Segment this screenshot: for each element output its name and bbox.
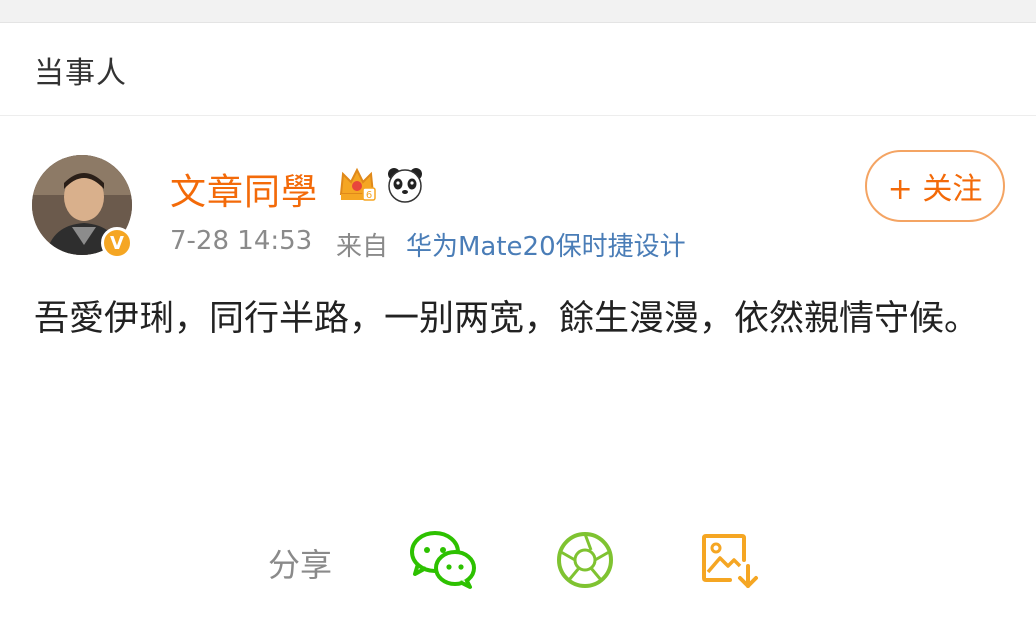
section-title: 当事人	[34, 56, 127, 91]
save-image-icon[interactable]	[700, 532, 762, 590]
panda-icon[interactable]	[385, 164, 425, 204]
post-from-label: 来自	[336, 232, 389, 262]
svg-text:6: 6	[366, 190, 372, 201]
verified-badge: V	[101, 227, 133, 259]
moments-icon[interactable]	[555, 530, 615, 590]
vip-crown-icon[interactable]: 6	[337, 164, 377, 204]
post-device-link[interactable]: 华为Mate20保时捷设计	[406, 226, 686, 263]
username[interactable]: 文章同學	[170, 163, 318, 215]
share-label: 分享	[268, 546, 333, 584]
post-text: 吾愛伊琍，同行半路，一别两宽，餘生漫漫，依然親情守候。	[34, 299, 980, 339]
wechat-icon[interactable]	[408, 528, 478, 590]
section-header	[0, 23, 1036, 116]
post-time: 7-28 14:53	[170, 226, 313, 256]
share-bar	[0, 520, 1036, 600]
follow-button[interactable]: + 关注	[865, 150, 1005, 222]
top-strip	[0, 0, 1036, 23]
